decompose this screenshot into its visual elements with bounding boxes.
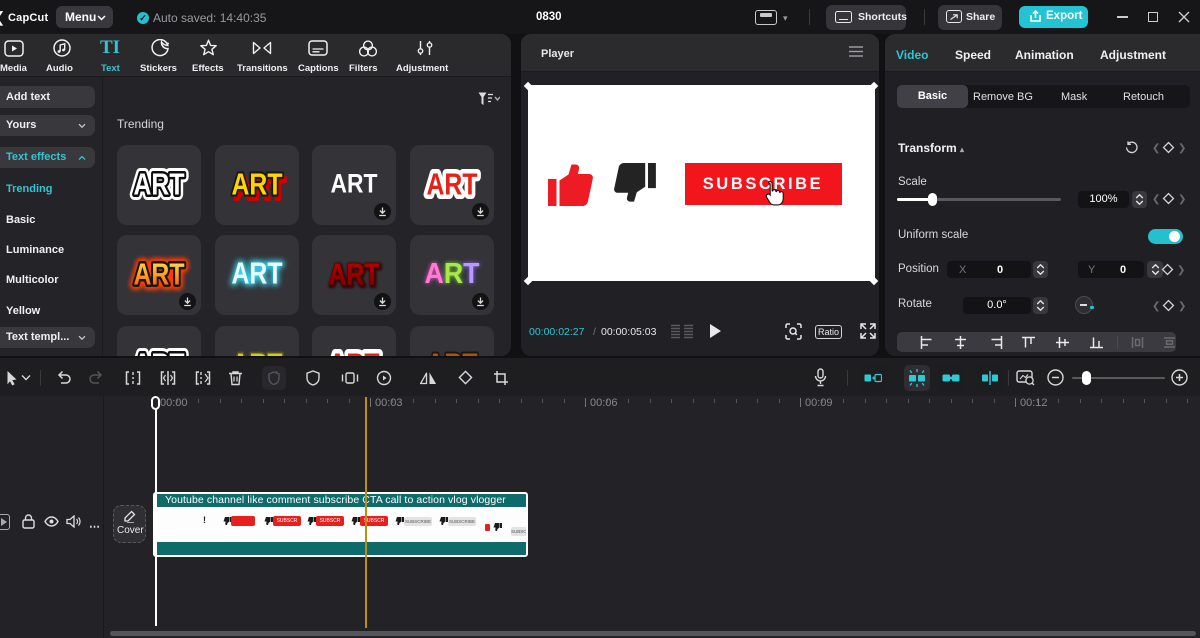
svg-text:ART: ART — [424, 258, 479, 290]
svg-text:ART: ART — [134, 257, 185, 292]
svg-text:ART: ART — [231, 167, 282, 202]
svg-text:ART: ART — [329, 347, 380, 357]
svg-text:ART: ART — [231, 256, 282, 291]
svg-text:ART: ART — [231, 347, 282, 357]
svg-text:ART: ART — [426, 347, 477, 357]
svg-text:ART: ART — [134, 347, 185, 357]
svg-text:ART: ART — [329, 257, 380, 292]
svg-text:ART: ART — [331, 169, 378, 199]
svg-text:ART: ART — [134, 167, 185, 202]
svg-text:ART: ART — [426, 167, 477, 202]
